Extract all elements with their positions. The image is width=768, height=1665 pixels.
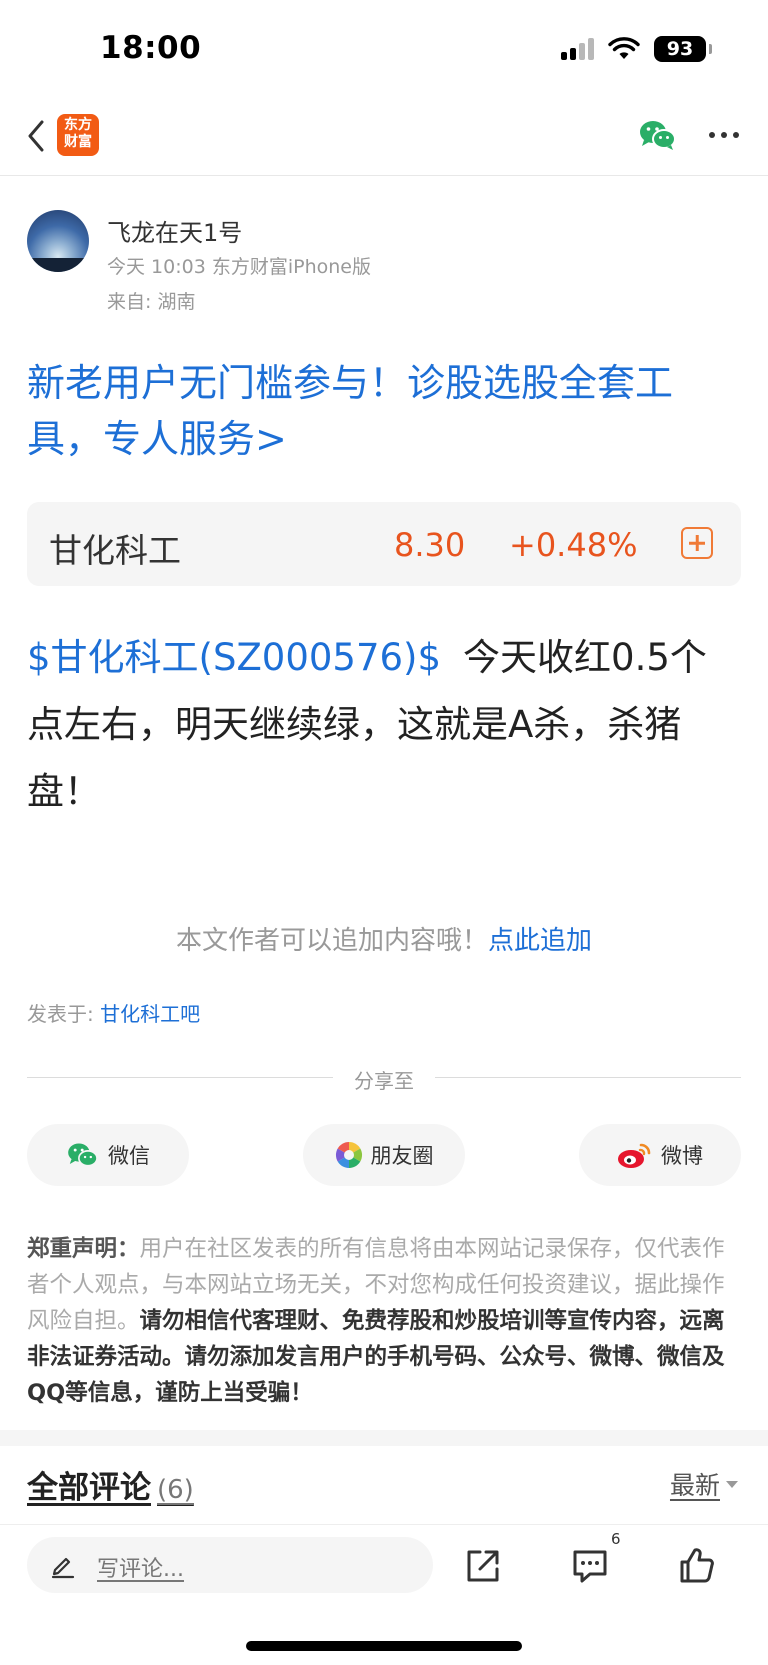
bottom-bar-divider: [0, 1524, 768, 1525]
moments-icon: [335, 1141, 362, 1169]
logo-line-1: 东方: [64, 117, 92, 133]
eastmoney-logo[interactable]: 东方 财富: [57, 114, 99, 156]
posted-in-label: 发表于:: [27, 1002, 101, 1026]
write-comment-input[interactable]: 写评论...: [27, 1537, 433, 1593]
share-moments-button[interactable]: 朋友圈: [303, 1124, 465, 1186]
stock-price: 8.30: [394, 526, 466, 564]
share-moments-label: 朋友圈: [370, 1144, 434, 1168]
share-weibo-label: 微博: [661, 1144, 703, 1168]
pencil-icon: [51, 1557, 75, 1579]
share-wechat-button[interactable]: 微信: [27, 1124, 189, 1186]
battery-icon: 93: [654, 36, 712, 62]
append-text: 本文作者可以追加内容哦！: [175, 926, 488, 956]
share-wechat-label: 微信: [108, 1144, 150, 1168]
cellular-signal-icon: [561, 38, 594, 60]
post-timestamp: 今天 10:03 东方财富iPhone版: [107, 256, 371, 278]
stock-change: +0.48%: [509, 526, 638, 564]
append-link[interactable]: 点此追加: [488, 926, 592, 956]
like-icon[interactable]: [677, 1544, 717, 1586]
back-chevron-icon[interactable]: [22, 116, 52, 156]
nav-bar: 东方 财富: [0, 100, 768, 176]
forum-link[interactable]: 甘化科工吧: [100, 1002, 200, 1026]
status-icons: 93: [561, 36, 712, 62]
home-indicator: [246, 1641, 522, 1651]
comment-icon[interactable]: [570, 1544, 610, 1586]
comment-count-badge: 6: [611, 1530, 621, 1548]
wechat-share-icon[interactable]: [638, 118, 678, 152]
sort-label: 最新: [669, 1471, 720, 1500]
promo-link[interactable]: 新老用户无门槛参与！诊股选股全套工具，专人服务>: [27, 355, 727, 467]
stock-name: 甘化科工: [49, 531, 181, 570]
stock-quote-card[interactable]: 甘化科工 8.30 +0.48%: [27, 502, 741, 586]
post-location: 来自: 湖南: [107, 291, 196, 313]
author-name[interactable]: 飞龙在天1号: [107, 213, 242, 248]
stock-tag-link[interactable]: $甘化科工(SZ000576)$: [27, 636, 441, 679]
weibo-icon: [618, 1143, 651, 1168]
wifi-icon: [608, 37, 640, 59]
author-avatar[interactable]: [27, 210, 89, 272]
sort-dropdown[interactable]: 最新: [670, 1466, 738, 1502]
more-options-icon[interactable]: [708, 130, 740, 140]
caret-down-icon: [726, 1480, 738, 1488]
share-divider: 分享至: [27, 1063, 741, 1093]
comments-tab[interactable]: 全部评论 (6): [27, 1462, 194, 1507]
posted-in: 发表于: 甘化科工吧: [27, 998, 200, 1027]
share-icon[interactable]: [463, 1544, 503, 1586]
comments-title: 全部评论: [27, 1470, 151, 1506]
share-title: 分享至: [354, 1069, 414, 1093]
section-gap: [0, 1430, 768, 1446]
status-bar: 18:00 93: [0, 0, 768, 100]
post-body: $甘化科工(SZ000576)$ 今天收红0.5个点左右，明天继续绿，这就是A杀，…: [27, 624, 743, 825]
append-prompt: 本文作者可以追加内容哦！点此追加: [0, 920, 768, 957]
disclaimer: 郑重声明：用户在社区发表的所有信息将由本网站记录保存，仅代表作者个人观点，与本网…: [27, 1231, 743, 1411]
status-time: 18:00: [100, 30, 202, 66]
comments-count: (6): [157, 1475, 194, 1505]
logo-line-2: 财富: [64, 134, 92, 150]
wechat-icon: [68, 1143, 98, 1167]
share-weibo-button[interactable]: 微博: [579, 1124, 741, 1186]
disclaimer-label: 郑重声明：: [27, 1236, 140, 1262]
comment-placeholder: 写评论...: [97, 1557, 184, 1582]
add-watchlist-icon[interactable]: [681, 527, 713, 559]
